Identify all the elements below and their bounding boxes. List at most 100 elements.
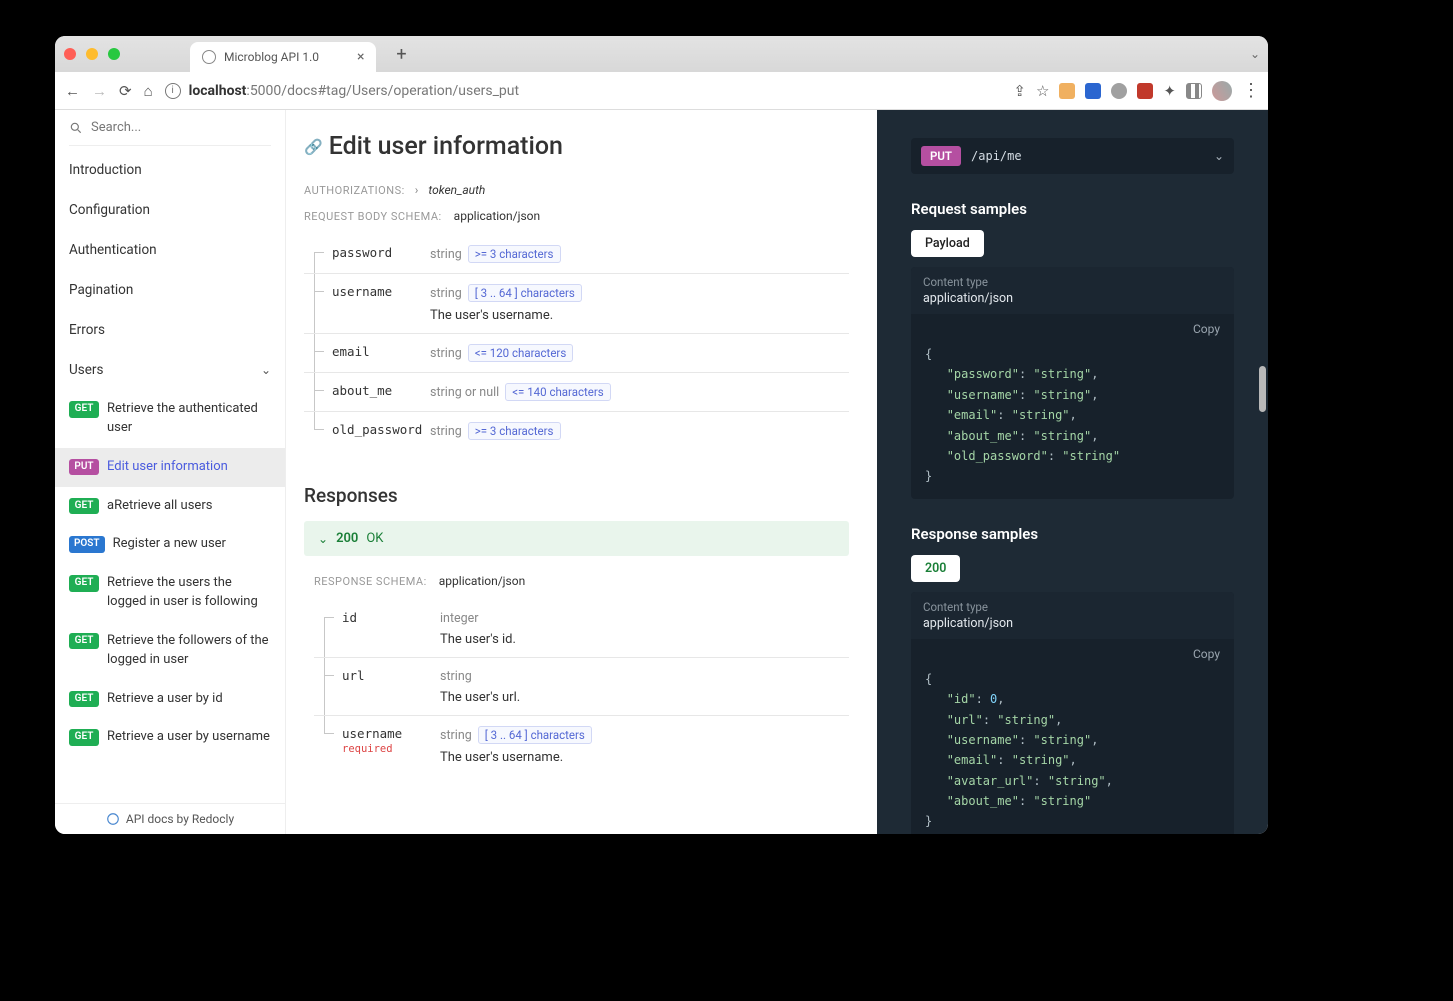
param-description: The user's username. [440,750,849,765]
reload-button[interactable]: ⟳ [119,82,132,100]
extension-icons: ⇪ ☆ ✦ ⋮ [1013,80,1258,101]
method-badge: GET [69,729,99,746]
profile-avatar[interactable] [1212,81,1232,101]
subnav-item[interactable]: GETaRetrieve all users [55,487,285,526]
method-badge: GET [69,401,99,418]
window-close-button[interactable] [64,48,76,60]
extension-1[interactable] [1059,83,1075,99]
request-codebox: Content type application/json Copy { "pa… [911,267,1234,499]
param-row: old_passwordstring >= 3 characters [304,412,849,450]
section-label: Users [69,362,103,378]
subnav-item[interactable]: PUTEdit user information [55,448,285,487]
request-schema-header: REQUEST BODY SCHEMA: application/json [304,209,849,223]
content: 🔗 Edit user information AUTHORIZATIONS: … [286,110,1268,834]
url-path: /docs#tag/Users/operation/users_put [281,83,519,99]
param-description: The user's username. [430,308,849,323]
nav: IntroductionConfigurationAuthenticationP… [55,146,285,803]
bookmark-icon[interactable]: ☆ [1036,82,1049,100]
new-tab-button[interactable]: + [388,41,414,67]
browser-menu-icon[interactable]: ⋮ [1242,80,1258,101]
extension-4[interactable] [1137,83,1153,99]
method-badge: POST [69,536,105,553]
param-type: string [430,424,462,439]
extensions-icon[interactable]: ✦ [1163,82,1176,100]
nav-item[interactable]: Errors [55,310,285,350]
param-row: idintegerThe user's id. [314,600,849,658]
param-name: old_password [304,422,430,440]
extension-5[interactable] [1186,83,1202,99]
copy-button[interactable]: Copy [911,639,1234,669]
param-name: id [314,610,440,647]
window-maximize-button[interactable] [108,48,120,60]
response-codebox: Content type application/json Copy { "id… [911,592,1234,834]
url-input[interactable]: i localhost:5000/docs#tag/Users/operatio… [165,83,1002,99]
request-sample-code[interactable]: { "password": "string", "username": "str… [911,344,1234,487]
share-icon[interactable]: ⇪ [1013,82,1026,100]
content-type-header: Content type application/json [911,267,1234,314]
param-row: urlstringThe user's url. [314,658,849,716]
home-button[interactable]: ⌂ [144,82,153,100]
subnav-item[interactable]: GETRetrieve the users the logged in user… [55,564,285,622]
subnav-label: aRetrieve all users [107,497,212,516]
close-tab-icon[interactable]: × [357,49,364,65]
extension-2[interactable] [1085,83,1101,99]
site-info-icon[interactable]: i [165,83,181,99]
extension-3[interactable] [1111,83,1127,99]
globe-icon [202,50,216,64]
param-name: email [304,344,430,362]
docs-panel: 🔗 Edit user information AUTHORIZATIONS: … [286,110,877,834]
window-minimize-button[interactable] [86,48,98,60]
param-type: string [440,728,472,743]
copy-button[interactable]: Copy [911,314,1234,344]
search-input[interactable]: Search... [55,110,285,145]
param-name: about_me [304,383,430,401]
nav-item[interactable]: Authentication [55,230,285,270]
authorizations-row: AUTHORIZATIONS: › token_auth [304,183,849,197]
param-constraint: [ 3 .. 64 ] characters [478,726,592,744]
subnav-item[interactable]: GETRetrieve the followers of the logged … [55,622,285,680]
address-bar: ← → ⟳ ⌂ i localhost:5000/docs#tag/Users/… [55,72,1268,110]
content-type-header: Content type application/json [911,592,1234,639]
endpoint-box[interactable]: PUT /api/me ⌄ [911,138,1234,174]
param-description: The user's url. [440,690,849,705]
subnav-item[interactable]: GETRetrieve a user by username [55,718,285,757]
tab-strip: Microblog API 1.0 × + ⌄ [55,36,1268,72]
redocly-footer[interactable]: API docs by Redocly [55,803,285,834]
param-name: url [314,668,440,705]
subnav-item[interactable]: GETRetrieve a user by id [55,680,285,719]
param-constraint: <= 120 characters [468,344,574,362]
scrollbar-thumb[interactable] [1259,366,1266,412]
param-row: about_mestring or null<= 140 characters [304,373,849,412]
sidebar: Search... IntroductionConfigurationAuthe… [55,110,286,834]
forward-button[interactable]: → [92,82,107,100]
response-status-200[interactable]: ⌄ 200 OK [304,521,849,556]
chevron-down-icon: ⌄ [261,363,271,377]
subnav-item[interactable]: POSTRegister a new user [55,525,285,564]
param-name: username [304,284,430,323]
link-icon[interactable]: 🔗 [304,138,323,156]
param-constraint: >= 3 characters [468,422,561,440]
param-row: passwordstring>= 3 characters [304,235,849,274]
param-constraint: >= 3 characters [468,245,561,263]
param-row: emailstring<= 120 characters [304,334,849,373]
method-pill: PUT [921,146,961,166]
payload-tab[interactable]: Payload [911,230,984,257]
subnav-item[interactable]: GET Retrieve the authenticated user [55,390,285,448]
browser-tab[interactable]: Microblog API 1.0 × [190,42,376,72]
subnav-label: Retrieve the followers of the logged in … [107,632,271,670]
back-button[interactable]: ← [65,82,80,100]
response-params: idintegerThe user's id.urlstringThe user… [314,600,849,775]
response-200-tab[interactable]: 200 [911,555,960,582]
nav-item[interactable]: Introduction [55,150,285,190]
subnav-label: Retrieve the authenticated user [107,400,271,438]
chevron-down-icon: ⌄ [1214,149,1224,163]
param-type: string [430,286,462,301]
tabs-chevron-icon[interactable]: ⌄ [1250,47,1260,61]
nav-item[interactable]: Pagination [55,270,285,310]
request-samples-heading: Request samples [911,200,1234,218]
nav-section-users[interactable]: Users ⌄ [55,350,285,390]
param-description: The user's id. [440,632,849,647]
response-sample-code[interactable]: { "id": 0, "url": "string", "username": … [911,669,1234,832]
expand-icon[interactable]: › [415,183,419,197]
nav-item[interactable]: Configuration [55,190,285,230]
